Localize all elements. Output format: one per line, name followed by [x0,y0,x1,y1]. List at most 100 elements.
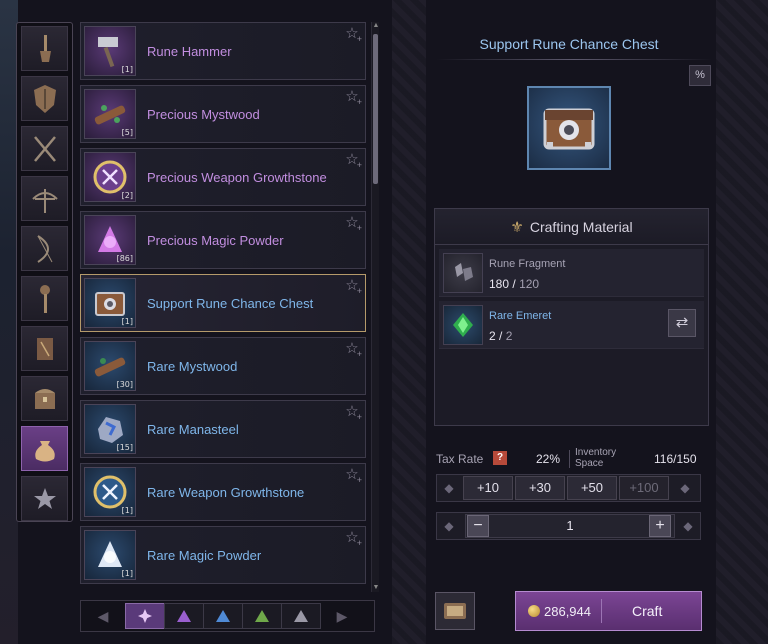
scrollbar-thumb[interactable] [373,34,378,184]
list-item[interactable]: [2] Precious Weapon Growthstone ☆ [80,148,366,206]
favorite-star-icon[interactable]: ☆ [343,215,362,237]
list-item-selected[interactable]: [1] Support Rune Chance Chest ☆ [80,274,366,332]
background-pattern-right [716,0,768,644]
staff-icon [39,284,50,313]
grade-next-arrow-icon[interactable]: ▶ [320,601,364,631]
item-name: Support Rune Chance Chest [147,296,314,311]
category-rail [16,22,73,522]
item-quantity: [30] [116,380,133,389]
item-name: Rare Manasteel [147,422,239,437]
count-slash: / [499,329,503,343]
item-thumbnail: [1] [84,26,136,76]
material-name: Rune Fragment [489,258,566,270]
item-thumbnail: [30] [84,341,136,391]
all-grades-icon [138,609,152,623]
emeret-icon [453,313,473,337]
category-crossbow[interactable] [21,176,68,221]
list-item[interactable]: [30] Rare Mystwood ☆ [80,337,366,395]
item-thumbnail: [86] [84,215,136,265]
category-chest[interactable] [21,376,68,421]
item-name: Rare Weapon Growthstone [147,485,305,500]
grade-tab-all[interactable] [125,603,165,629]
favorite-star-icon[interactable]: ☆ [343,278,362,300]
add-10-button[interactable]: +10 [463,476,513,500]
diamond-ornament-icon: ◆ [683,519,693,533]
category-armor[interactable] [21,76,68,121]
grade-tab-rare[interactable] [203,603,243,629]
detail-item-image [527,86,611,170]
list-item[interactable]: [1] Rare Weapon Growthstone ☆ [80,463,366,521]
category-staff[interactable] [21,276,68,321]
category-tool[interactable] [21,26,68,71]
add-30-button[interactable]: +30 [515,476,565,500]
grade-tab-common[interactable] [281,603,321,629]
favorite-star-icon[interactable]: ☆ [343,26,362,48]
category-tome[interactable] [21,326,68,371]
category-materials[interactable] [21,426,68,471]
favorite-star-icon[interactable]: ☆ [343,404,362,426]
pouch-icon [34,440,55,461]
recipe-book-icon [444,603,466,619]
material-have: 2 [489,329,496,343]
probability-button[interactable]: % [689,65,711,86]
list-item[interactable]: [15] Rare Manasteel ☆ [80,400,366,458]
shield-icon [33,84,56,113]
book-icon [36,337,53,360]
craft-label: Craft [632,603,663,619]
material-row[interactable]: Rare Emeret 2 / 2 ⇄ [439,301,704,349]
material-row[interactable]: Rune Fragment 180 / 120 [439,249,704,297]
list-item[interactable]: [1] Rare Magic Powder ☆ [80,526,366,584]
tax-help-icon[interactable]: ? [493,451,507,465]
material-count: 2 / 2 [489,329,512,343]
inventory-space-value: 116/150 [654,452,697,466]
category-dual-swords[interactable] [21,126,68,171]
craft-button[interactable]: 286,944 Craft [515,591,702,631]
favorite-star-icon[interactable]: ☆ [343,89,362,111]
scroll-up-icon[interactable]: ▲ [372,22,380,30]
item-name: Precious Magic Powder [147,233,284,248]
item-thumbnail: [1] [84,467,136,517]
increase-button[interactable]: + [649,515,671,537]
grade-tab-uncommon[interactable] [242,603,282,629]
shovel-icon [39,34,51,62]
favorite-star-icon[interactable]: ☆ [343,152,362,174]
crossed-swords-icon [33,135,56,162]
quantity-input[interactable]: 1 [465,514,675,538]
grade-blue-icon [216,610,230,622]
favorite-star-icon[interactable]: ☆ [343,530,362,552]
chest-icon [543,108,595,150]
tax-rate-value: 22% [536,452,561,466]
grade-prev-arrow-icon[interactable]: ◀ [81,601,125,631]
list-item[interactable]: [1] Rune Hammer ☆ [80,22,366,80]
item-thumbnail: [1] [84,530,136,580]
quantity-stepper: ◆ 1 − + ◆ [436,512,701,540]
recipe-book-button[interactable] [435,592,475,630]
tax-rate-label: Tax Rate [436,452,484,466]
grade-green-icon [255,610,269,622]
grade-tab-epic[interactable] [164,603,204,629]
diamond-ornament-icon: ◆ [680,481,690,495]
add-100-button[interactable]: +100 [619,476,669,500]
decrease-button[interactable]: − [467,515,489,537]
category-bow[interactable] [21,226,68,271]
swap-icon[interactable]: ⇄ [668,309,696,337]
item-quantity: [86] [116,254,133,263]
diamond-ornament-icon: ◆ [444,519,454,533]
grade-filter-bar: ◀ ▶ [80,600,375,632]
item-quantity: [2] [121,191,133,200]
favorite-star-icon[interactable]: ☆ [343,467,362,489]
add-50-button[interactable]: +50 [567,476,617,500]
crossbow-icon [31,188,58,213]
list-scrollbar[interactable]: ▲ ▼ [371,22,379,592]
item-thumbnail: [1] [84,278,136,328]
category-favorites[interactable] [21,476,68,521]
material-thumbnail [443,253,483,293]
crafting-material-header: ⚜ Crafting Material [435,209,708,245]
scroll-down-icon[interactable]: ▼ [372,584,380,592]
favorite-star-icon[interactable]: ☆ [343,341,362,363]
count-slash: / [512,277,516,291]
list-item[interactable]: [86] Precious Magic Powder ☆ [80,211,366,269]
list-item[interactable]: [5] Precious Mystwood ☆ [80,85,366,143]
title-divider [436,59,712,60]
crafting-material-title: Crafting Material [529,218,633,235]
